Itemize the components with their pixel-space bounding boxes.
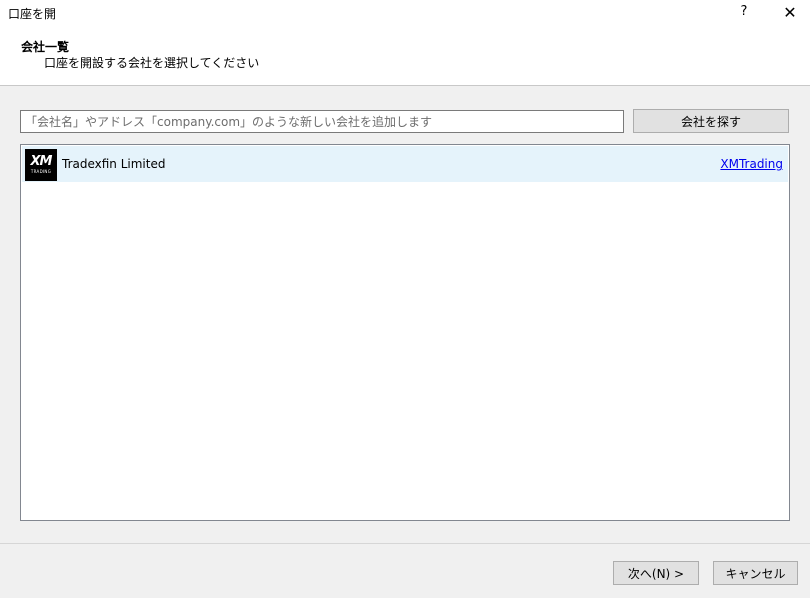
find-company-button[interactable]: 会社を探す (633, 109, 789, 133)
company-list[interactable]: XM TRADING Tradexfin Limited XMTrading (20, 144, 790, 521)
company-search-input[interactable] (20, 110, 624, 133)
logo-sub: TRADING (30, 169, 52, 174)
company-row[interactable]: XM TRADING Tradexfin Limited XMTrading (22, 146, 788, 182)
cancel-button[interactable]: キャンセル (713, 561, 798, 585)
next-button[interactable]: 次へ(N) > (613, 561, 699, 585)
dialog-header: 口座を開 ? ✕ 会社一覧 口座を開設する会社を選択してください (0, 0, 810, 86)
close-icon[interactable]: ✕ (776, 2, 804, 24)
section-heading: 会社一覧 (21, 40, 70, 54)
footer-divider (0, 543, 810, 544)
logo-mark: XM (30, 154, 53, 169)
window-title: 口座を開 (8, 7, 57, 21)
company-logo: XM TRADING (25, 149, 57, 181)
section-subtitle: 口座を開設する会社を選択してください (44, 56, 260, 70)
help-icon[interactable]: ? (736, 2, 752, 22)
company-name: Tradexfin Limited (62, 157, 166, 171)
company-server-link[interactable]: XMTrading (720, 157, 783, 171)
